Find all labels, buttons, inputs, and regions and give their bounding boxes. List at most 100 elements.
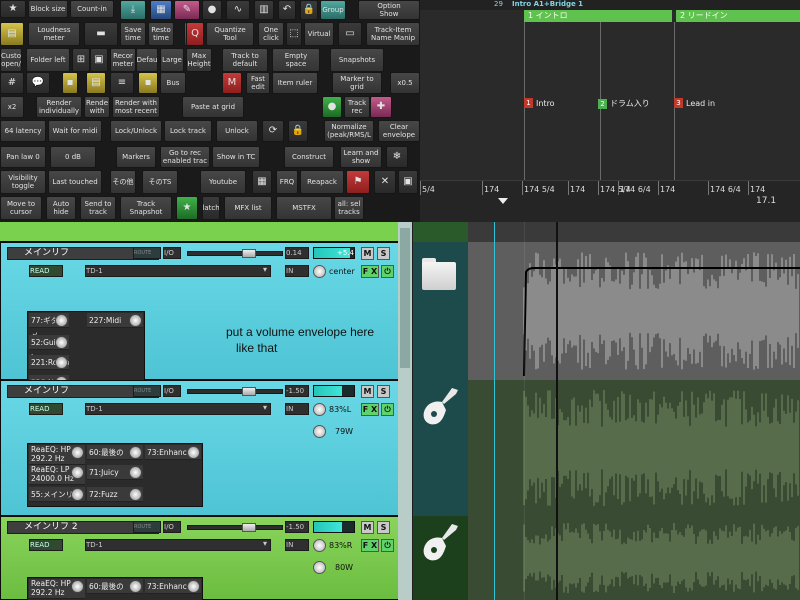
marker-intro[interactable]: 1 Intro xyxy=(524,98,555,108)
fx-param-knob[interactable] xyxy=(187,446,200,459)
fx-param-knob[interactable] xyxy=(55,336,68,349)
volume-fader[interactable] xyxy=(187,523,283,532)
fx-button[interactable]: F X xyxy=(361,539,379,552)
toolbar-icon-button-23-icon[interactable]: ● xyxy=(322,96,342,118)
region-lead-in[interactable]: 2 リードイン xyxy=(674,10,800,22)
pan-knob[interactable] xyxy=(313,403,326,416)
marker-lead-in[interactable]: 3 Lead in xyxy=(674,98,715,108)
input-monitor-button[interactable]: IN xyxy=(285,265,309,277)
io-button[interactable]: I/O xyxy=(163,385,181,397)
volume-value[interactable]: -1.50 xyxy=(285,521,309,533)
toolbar-button-27[interactable]: Fast edit xyxy=(246,72,270,94)
toolbar-icon-button-19-icon[interactable]: ▤ xyxy=(86,72,106,94)
arrange-view[interactable] xyxy=(468,222,800,600)
toolbar-icon-button-5-icon[interactable]: ∿ xyxy=(226,0,250,20)
chevron-down-icon[interactable]: ▾ xyxy=(263,539,267,548)
automation-mode-button[interactable]: READ xyxy=(29,403,63,415)
toolbar-icon-button-18-icon[interactable]: ▪ xyxy=(62,72,78,94)
toolbar-icon-button-27-icon[interactable]: ❄ xyxy=(386,146,408,168)
toolbar-icon-button-32-icon[interactable]: ★ xyxy=(176,196,198,220)
fx-param-knob[interactable] xyxy=(55,356,68,369)
toolbar-button-1[interactable]: Count-in xyxy=(70,0,114,18)
chevron-down-icon[interactable]: ▾ xyxy=(263,265,267,274)
toolbar-button-52[interactable]: Last touched xyxy=(48,170,102,194)
solo-button[interactable]: S xyxy=(377,521,390,534)
toolbar-button-8[interactable]: MSTFX xyxy=(276,196,332,220)
volume-value[interactable]: -1.50 xyxy=(285,385,309,397)
toolbar-icon-button-33-icon[interactable]: Q xyxy=(186,22,204,46)
fx-param-knob[interactable] xyxy=(71,446,84,459)
input-select[interactable]: TD-1 xyxy=(85,265,271,277)
toolbar-icon-button-22-icon[interactable]: M xyxy=(222,72,242,94)
toolbar-button-13[interactable]: Quantize Tool xyxy=(206,22,254,46)
toolbar-button-38[interactable]: Wait for midi xyxy=(48,120,102,142)
fx-param-knob[interactable] xyxy=(55,314,68,327)
toolbar-icon-button-7-icon[interactable]: ↶ xyxy=(278,0,296,20)
chevron-down-icon[interactable]: ▾ xyxy=(263,403,267,412)
toolbar-icon-button-24-icon[interactable]: ✚ xyxy=(370,96,392,118)
toolbar-button-5[interactable]: Track Snapshot xyxy=(120,196,172,220)
toolbar-button-33[interactable]: Rende with xyxy=(84,96,110,118)
toolbar-button-26[interactable]: Bus xyxy=(160,72,186,94)
toolbar-icon-button-21-icon[interactable]: ▪ xyxy=(138,72,158,94)
toolbar-button-0[interactable]: Block size xyxy=(28,0,68,18)
fx-bypass-icon[interactable]: ⏻ xyxy=(381,265,394,278)
input-select[interactable]: TD-1 xyxy=(85,403,271,415)
toolbar-button-18[interactable]: Folder left xyxy=(26,48,70,72)
toolbar-button-59[interactable]: Option Show xyxy=(358,0,420,20)
fx-param-knob[interactable] xyxy=(71,580,84,593)
toolbar-icon-button-6-icon[interactable]: ▥ xyxy=(254,0,274,20)
fx-param-knob[interactable] xyxy=(71,466,84,479)
toolbar-button-50[interactable]: Learn and show xyxy=(340,146,382,168)
toolbar-button-54[interactable]: そのTS xyxy=(142,170,178,194)
timeline-ruler[interactable]: 5/4 174 174 5/4 174 174 5/4 174 6/4 174 174 6/4… xyxy=(420,180,800,222)
pan-knob[interactable] xyxy=(313,265,326,278)
marker-drums[interactable]: 2 ドラム入り xyxy=(598,98,650,109)
volume-fader-knob[interactable] xyxy=(242,523,256,532)
toolbar-button-48[interactable]: Show in TC xyxy=(212,146,260,168)
fx-param-knob[interactable] xyxy=(129,466,142,479)
lane-56[interactable] xyxy=(468,380,800,516)
volume-fader[interactable] xyxy=(187,249,283,258)
toolbar-icon-button-14-icon[interactable]: ⊞ xyxy=(72,48,90,72)
toolbar-button-30[interactable]: x0.5 xyxy=(390,72,420,94)
toolbar-button-37[interactable]: 64 latency xyxy=(0,120,46,142)
toolbar-button-9[interactable]: all: sel tracks xyxy=(334,196,364,220)
toolbar-button-15[interactable]: Virtual xyxy=(304,22,334,46)
toolbar-button-19[interactable]: Recor meter xyxy=(110,48,136,72)
solo-button[interactable]: S xyxy=(377,385,390,398)
lane-55[interactable] xyxy=(468,242,800,380)
toolbar-icon-button-9-icon[interactable]: ▤ xyxy=(0,22,24,46)
toolbar-button-40[interactable]: Lock track xyxy=(164,120,212,142)
volume-fader-knob[interactable] xyxy=(242,249,256,258)
fx-param-knob[interactable] xyxy=(129,580,142,593)
toolbar-icon-button-25-icon[interactable]: ⟳ xyxy=(262,120,284,142)
width-knob[interactable] xyxy=(313,561,326,574)
volume-value[interactable]: 0.14 xyxy=(285,247,309,259)
toolbar-button-41[interactable]: Unlock xyxy=(216,120,258,142)
pan-knob[interactable] xyxy=(313,539,326,552)
toolbar-button-17[interactable]: Custo open/ xyxy=(0,48,22,72)
toolbar-icon-button-29-icon[interactable]: ⚑ xyxy=(346,170,370,194)
toolbar-icon-button-26-icon[interactable]: 🔒 xyxy=(288,120,308,142)
region-intro[interactable]: 1 イントロ xyxy=(524,10,672,22)
toolbar-icon-button-4-icon[interactable]: ● xyxy=(202,0,222,20)
toolbar-button-21[interactable]: Large xyxy=(160,48,184,72)
toolbar-button-2[interactable]: Move to cursor xyxy=(0,196,42,220)
toolbar-icon-button-28-icon[interactable]: ▦ xyxy=(252,170,272,194)
toolbar-icon-button-2-icon[interactable]: ▦ xyxy=(150,0,172,20)
solo-button[interactable]: S xyxy=(377,247,390,260)
toolbar-icon-button-8-icon[interactable]: 🔒 xyxy=(300,0,318,20)
automation-mode-button[interactable]: READ xyxy=(29,539,63,551)
toolbar-button-58[interactable]: Group xyxy=(320,0,346,20)
fx-param-knob[interactable] xyxy=(187,580,200,593)
io-button[interactable]: I/O xyxy=(163,521,181,533)
toolbar-icon-button-10-icon[interactable]: ▬ xyxy=(84,22,118,46)
fx-param-knob[interactable] xyxy=(129,488,142,501)
input-monitor-button[interactable]: IN xyxy=(285,403,309,415)
toolbar-button-43[interactable]: Clear envelope xyxy=(378,120,420,142)
toolbar-button-53[interactable]: その他 xyxy=(110,170,136,194)
io-button[interactable]: I/O xyxy=(163,247,181,259)
fx-button[interactable]: F X xyxy=(361,403,379,416)
input-select[interactable]: TD-1 xyxy=(85,539,271,551)
